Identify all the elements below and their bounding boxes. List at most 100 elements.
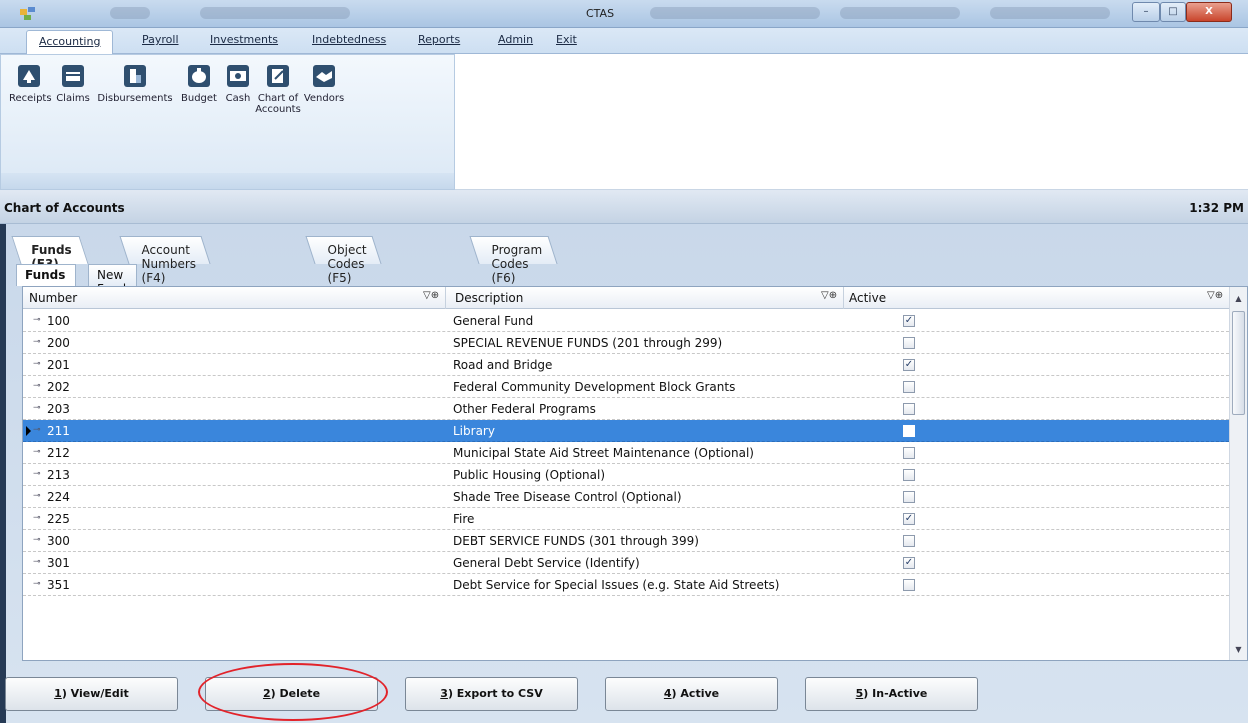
claims-button[interactable]: Claims	[53, 65, 93, 104]
tab-object-codes-label: Object Codes (F5)	[327, 243, 367, 285]
delete-key: 2	[262, 687, 271, 700]
page-title: Chart of Accounts	[4, 201, 125, 215]
disbursements-button[interactable]: Disbursements	[97, 65, 173, 104]
view-edit-label: ) View/Edit	[61, 687, 129, 700]
filter-icon[interactable]: ▽⊕	[423, 290, 439, 301]
ribbon-tab-reports[interactable]: Reports	[418, 33, 460, 46]
active-checkbox[interactable]	[903, 381, 915, 393]
view-edit-key: 1	[54, 687, 62, 700]
title-bar: CTAS – □ X	[0, 0, 1248, 28]
scroll-thumb[interactable]	[1232, 311, 1245, 415]
table-row[interactable]: ⊸ 300 DEBT SERVICE FUNDS (301 through 399)	[23, 530, 1229, 552]
table-row[interactable]: ⊸ 211 Library	[23, 420, 1229, 442]
expand-row-icon[interactable]: ⊸	[33, 316, 42, 325]
table-row[interactable]: ⊸ 100 General Fund ✓	[23, 310, 1229, 332]
table-row[interactable]: ⊸ 224 Shade Tree Disease Control (Optional…	[23, 486, 1229, 508]
expand-row-icon[interactable]: ⊸	[33, 382, 42, 391]
table-row[interactable]: ⊸ 351 Debt Service for Special Issues (e.g…	[23, 574, 1229, 596]
ribbon-tab-investments[interactable]: Investments	[210, 33, 278, 46]
table-row[interactable]: ⊸ 225 Fire ✓	[23, 508, 1229, 530]
filter-icon[interactable]: ▽⊕	[821, 290, 837, 301]
active-checkbox[interactable]: ✓	[903, 359, 915, 371]
blurred-title-segment	[200, 7, 350, 19]
active-checkbox[interactable]	[903, 491, 915, 503]
fund-number: 212	[47, 446, 70, 460]
tab-account-numbers-label: Account Numbers (F4)	[141, 243, 197, 285]
disbursements-icon	[124, 65, 146, 87]
funds-grid: Number ▽⊕ Description ▽⊕ Active ▽⊕ ⊸ 100 G…	[22, 286, 1248, 661]
close-button[interactable]: X	[1186, 2, 1232, 22]
maximize-button[interactable]: □	[1160, 2, 1186, 22]
inactive-label: ) In-Active	[863, 687, 928, 700]
active-checkbox[interactable]	[903, 403, 915, 415]
receipts-button[interactable]: Receipts	[9, 65, 52, 104]
expand-row-icon[interactable]: ⊸	[33, 360, 42, 369]
ribbon-tab-exit[interactable]: Exit	[556, 33, 577, 46]
fund-number: 225	[47, 512, 70, 526]
vertical-scrollbar[interactable]: ▲ ▼	[1229, 287, 1247, 660]
table-row[interactable]: ⊸ 213 Public Housing (Optional)	[23, 464, 1229, 486]
budget-button[interactable]: Budget	[179, 65, 219, 104]
tab-funds[interactable]: Funds (F3)	[11, 236, 89, 271]
fund-description: General Fund	[453, 314, 534, 328]
table-row[interactable]: ⊸ 201 Road and Bridge ✓	[23, 354, 1229, 376]
view-edit-button[interactable]: 1) View/Edit	[5, 677, 178, 711]
active-checkbox[interactable]: ✓	[903, 513, 915, 525]
fund-description: Library	[453, 424, 495, 438]
active-checkbox[interactable]	[903, 337, 915, 349]
table-row[interactable]: ⊸ 200 SPECIAL REVENUE FUNDS (201 through 2…	[23, 332, 1229, 354]
expand-row-icon[interactable]: ⊸	[33, 580, 42, 589]
minimize-button[interactable]: –	[1132, 2, 1160, 22]
vendors-button[interactable]: Vendors	[303, 65, 345, 104]
subtab-new-fund[interactable]: New Fund	[88, 264, 138, 296]
expand-row-icon[interactable]: ⊸	[33, 492, 42, 501]
cash-button[interactable]: Cash	[223, 65, 253, 104]
scroll-down-icon[interactable]: ▼	[1230, 642, 1247, 658]
expand-row-icon[interactable]: ⊸	[33, 514, 42, 523]
filter-icon[interactable]: ▽⊕	[1207, 290, 1223, 301]
tab-program-codes[interactable]: Program Codes (F6)	[469, 236, 558, 285]
delete-button[interactable]: 2) Delete	[205, 677, 378, 711]
expand-row-icon[interactable]: ⊸	[33, 470, 42, 479]
table-row[interactable]: ⊸ 202 Federal Community Development Block …	[23, 376, 1229, 398]
active-checkbox[interactable]: ✓	[903, 315, 915, 327]
ribbon-tab-payroll[interactable]: Payroll	[142, 33, 179, 46]
active-checkbox[interactable]	[903, 469, 915, 481]
tab-object-codes[interactable]: Object Codes (F5)	[305, 236, 382, 285]
blurred-title-segment	[990, 7, 1110, 19]
table-row[interactable]: ⊸ 203 Other Federal Programs	[23, 398, 1229, 420]
fund-number: 300	[47, 534, 70, 548]
active-checkbox[interactable]: ✓	[903, 557, 915, 569]
ribbon-tab-indebtedness[interactable]: Indebtedness	[312, 33, 386, 46]
column-description[interactable]: Description	[455, 291, 523, 305]
scroll-up-icon[interactable]: ▲	[1230, 291, 1247, 307]
fund-description: Municipal State Aid Street Maintenance (…	[453, 446, 754, 460]
active-checkbox[interactable]	[903, 447, 915, 459]
ribbon-group-strip	[1, 173, 454, 189]
ribbon-tab-admin[interactable]: Admin	[498, 33, 533, 46]
active-checkbox[interactable]	[903, 579, 915, 591]
expand-row-icon[interactable]: ⊸	[33, 536, 42, 545]
active-button[interactable]: 4) Active	[605, 677, 778, 711]
expand-row-icon[interactable]: ⊸	[33, 558, 42, 567]
expand-row-icon[interactable]: ⊸	[33, 404, 42, 413]
active-checkbox[interactable]	[903, 535, 915, 547]
budget-icon	[188, 65, 210, 87]
table-row[interactable]: ⊸ 212 Municipal State Aid Street Maintenan…	[23, 442, 1229, 464]
inactive-button[interactable]: 5) In-Active	[805, 677, 978, 711]
expand-row-icon[interactable]: ⊸	[33, 448, 42, 457]
export-csv-button[interactable]: 3) Export to CSV	[405, 677, 578, 711]
column-number[interactable]: Number	[29, 291, 77, 305]
vendors-icon	[313, 65, 335, 87]
delete-label: ) Delete	[270, 687, 321, 700]
active-checkbox[interactable]	[903, 425, 915, 437]
chart-of-accounts-button[interactable]: Chart of Accounts	[255, 65, 301, 115]
expand-row-icon[interactable]: ⊸	[33, 426, 42, 435]
blurred-title-segment	[650, 7, 820, 19]
column-active[interactable]: Active	[849, 291, 886, 305]
ribbon-tab-accounting[interactable]: Accounting	[26, 30, 114, 54]
tab-account-numbers[interactable]: Account Numbers (F4)	[119, 236, 212, 285]
expand-row-icon[interactable]: ⊸	[33, 338, 42, 347]
subtab-funds[interactable]: Funds	[16, 264, 77, 286]
table-row[interactable]: ⊸ 301 General Debt Service (Identify) ✓	[23, 552, 1229, 574]
